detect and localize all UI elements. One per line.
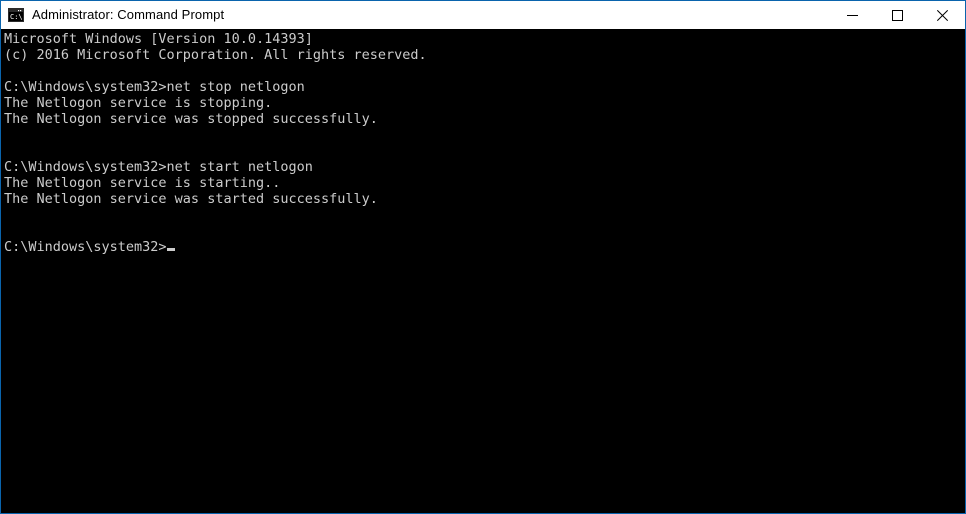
console-line: The Netlogon service is starting.. <box>4 175 281 191</box>
console-output-area[interactable]: Microsoft Windows [Version 10.0.14393] (c… <box>1 29 965 513</box>
maximize-icon <box>892 9 903 21</box>
console-text: Microsoft Windows [Version 10.0.14393] (c… <box>4 31 965 255</box>
close-button[interactable] <box>920 1 965 29</box>
console-line: Microsoft Windows [Version 10.0.14393] <box>4 31 313 47</box>
console-line: (c) 2016 Microsoft Corporation. All righ… <box>4 47 427 63</box>
console-line: The Netlogon service is stopping. <box>4 95 273 111</box>
svg-text:C:\.: C:\. <box>10 13 24 21</box>
command-prompt-window: C:\. Administrator: Command Prompt <box>0 0 966 514</box>
console-line: C:\Windows\system32>net stop netlogon <box>4 79 305 95</box>
text-cursor <box>166 248 175 251</box>
close-icon <box>937 9 948 21</box>
console-line: C:\Windows\system32>net start netlogon <box>4 159 313 175</box>
console-line: The Netlogon service was started success… <box>4 191 378 207</box>
console-line: C:\Windows\system32> <box>4 239 965 255</box>
maximize-button[interactable] <box>875 1 920 29</box>
window-controls <box>830 1 965 29</box>
minimize-button[interactable] <box>830 1 875 29</box>
console-line: The Netlogon service was stopped success… <box>4 111 378 127</box>
minimize-icon <box>847 14 858 16</box>
window-title: Administrator: Command Prompt <box>32 7 225 22</box>
console-window-icon: C:\. <box>8 8 24 22</box>
title-bar[interactable]: C:\. Administrator: Command Prompt <box>1 1 965 29</box>
